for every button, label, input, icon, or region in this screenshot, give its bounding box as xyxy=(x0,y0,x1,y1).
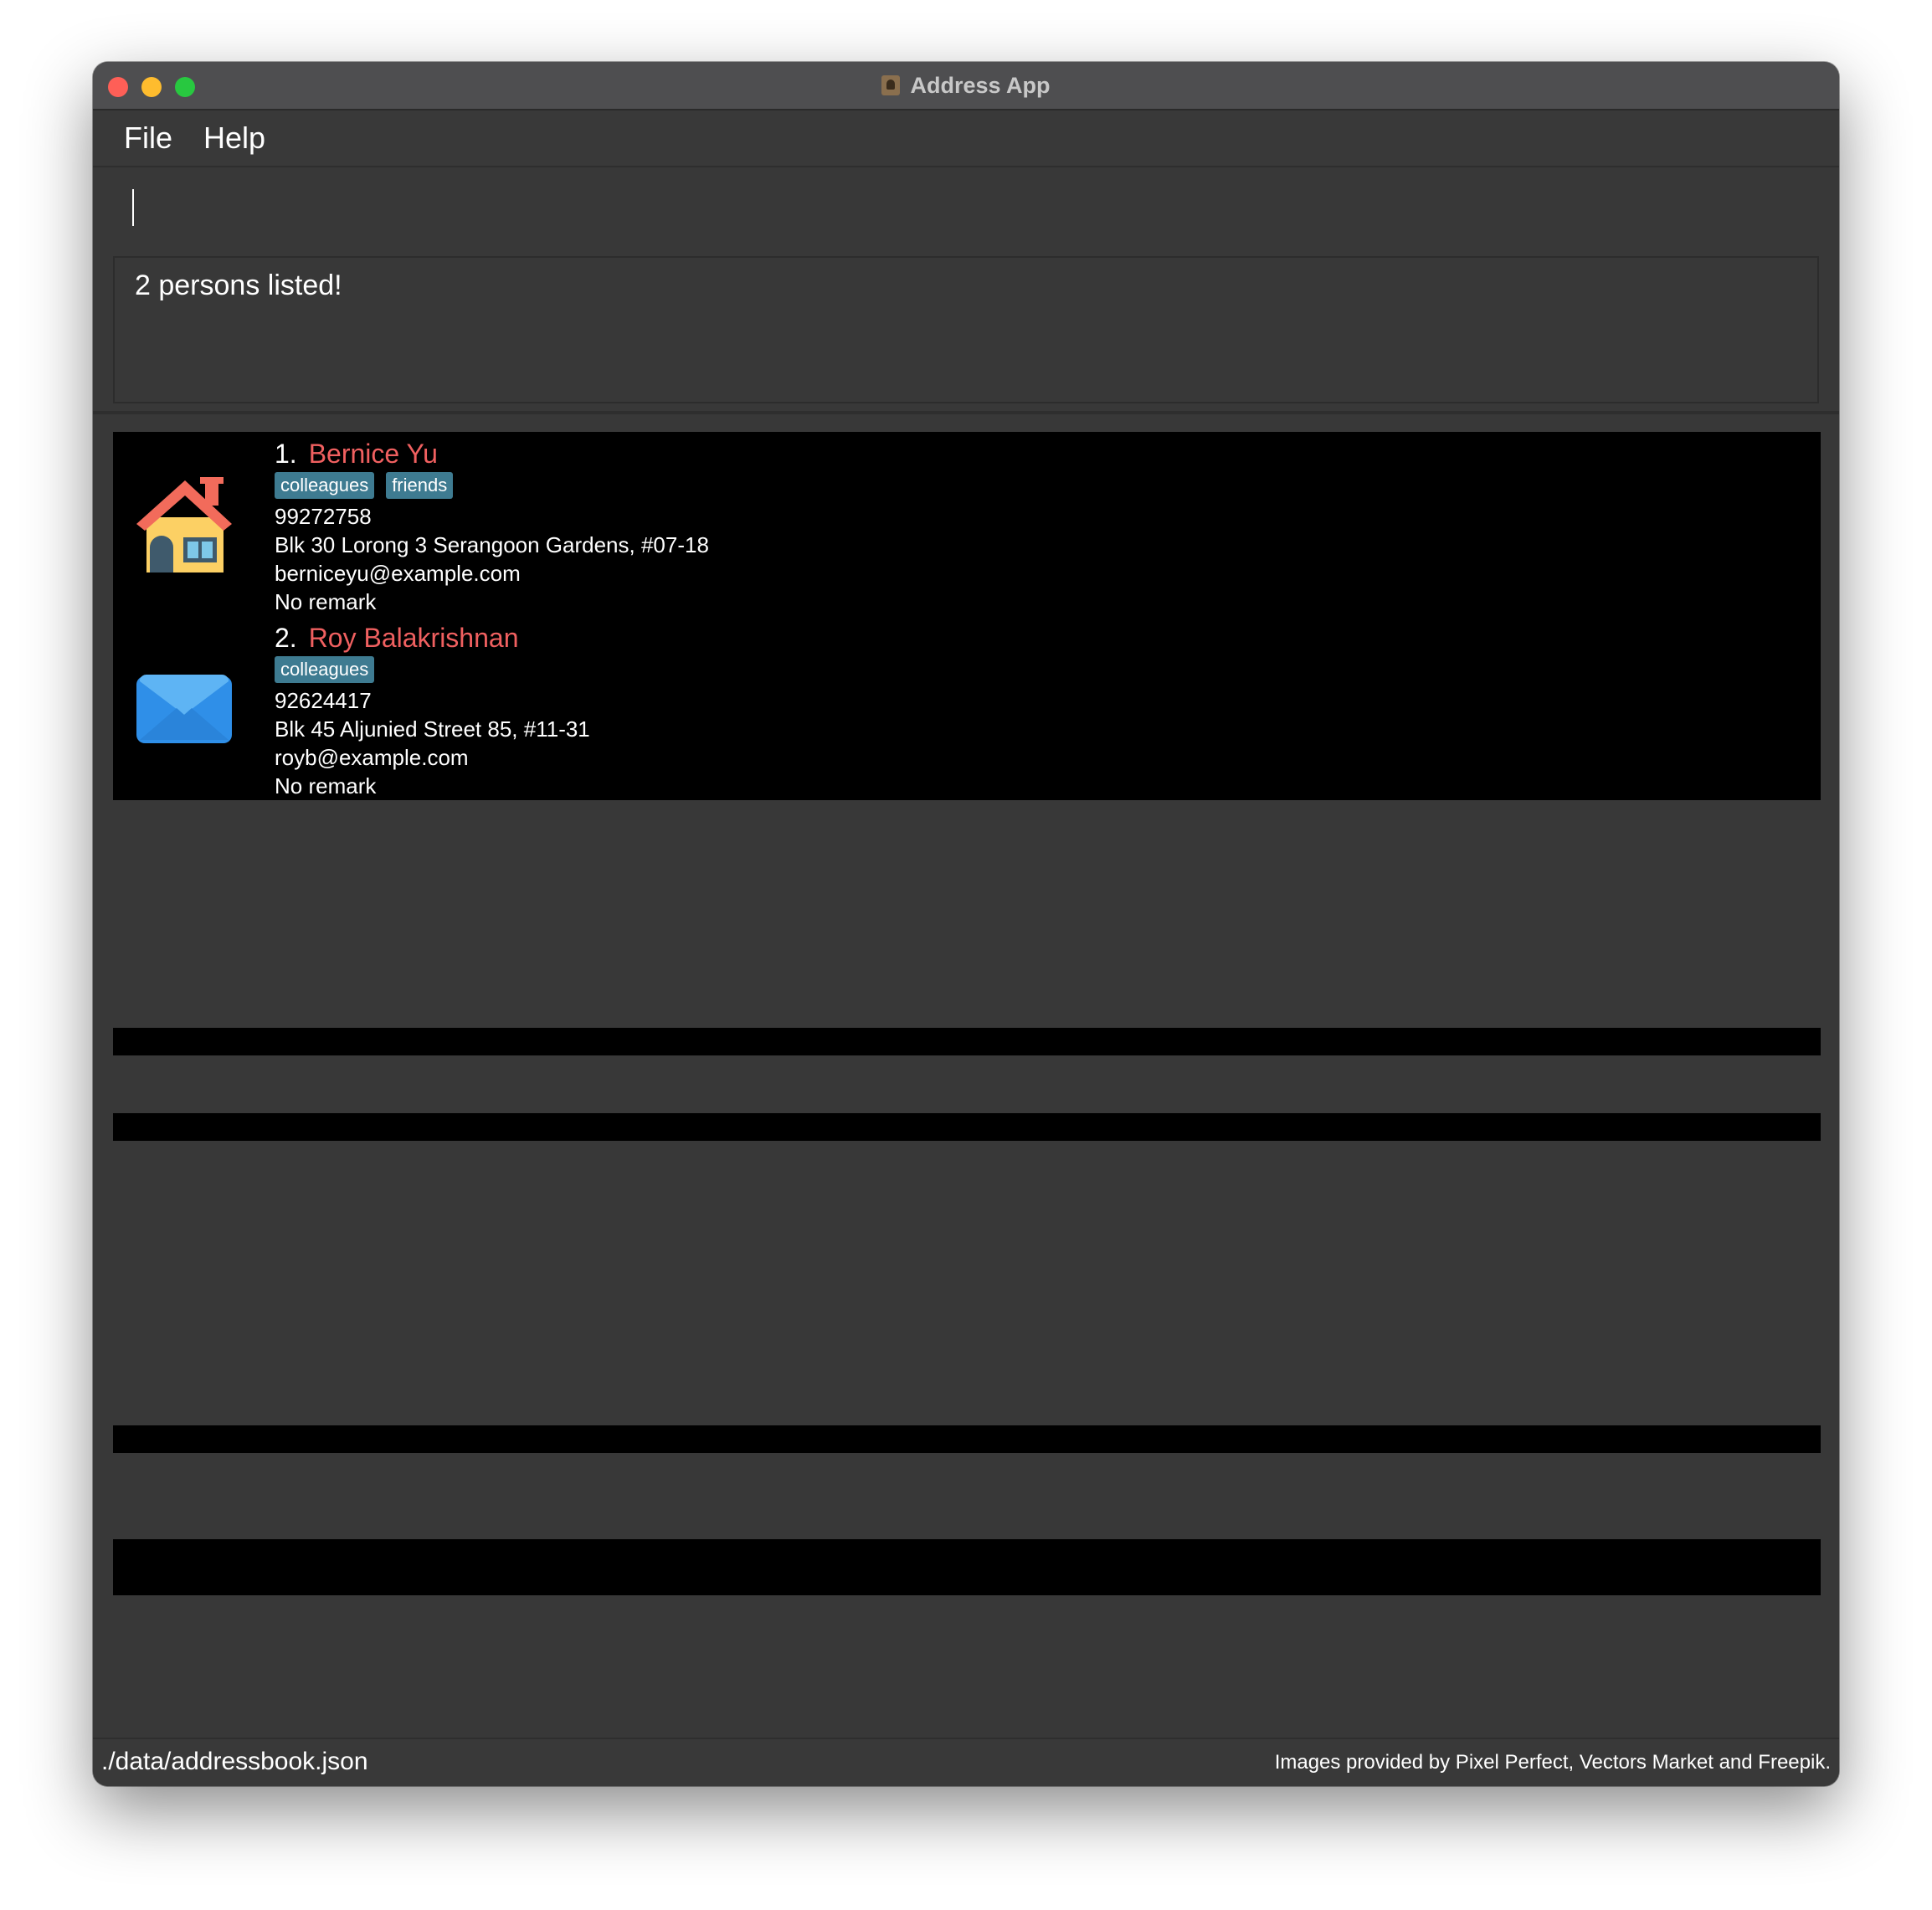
person-name: Bernice Yu xyxy=(308,439,438,469)
person-remark: No remark xyxy=(275,589,377,614)
person-name-line: 2. Roy Balakrishnan xyxy=(275,621,590,655)
person-email: berniceyu@example.com xyxy=(275,561,521,586)
address-book-icon xyxy=(881,75,901,95)
person-email: royb@example.com xyxy=(275,745,469,770)
title-bar: Address App xyxy=(93,62,1839,110)
tag: friends xyxy=(386,472,454,499)
person-card[interactable]: 2. Roy Balakrishnan colleagues 92624417 B… xyxy=(113,616,1821,800)
window-title-container: Address App xyxy=(93,62,1839,109)
tag-list: colleagues friends xyxy=(275,472,709,502)
tag: colleagues xyxy=(275,472,375,499)
person-card[interactable]: 1. Bernice Yu colleagues friends 99272758… xyxy=(113,432,1821,616)
text-caret xyxy=(132,189,134,226)
person-details: 1. Bernice Yu colleagues friends 99272758… xyxy=(275,437,709,616)
tag-list: colleagues xyxy=(275,656,590,686)
menu-help[interactable]: Help xyxy=(200,121,269,156)
person-phone: 92624417 xyxy=(275,688,372,713)
menu-bar: File Help xyxy=(93,110,1839,167)
person-name-line: 1. Bernice Yu xyxy=(275,437,709,470)
person-index: 2. xyxy=(275,623,297,653)
empty-list-cell xyxy=(113,1113,1821,1141)
divider xyxy=(93,411,1839,414)
person-remark: No remark xyxy=(275,773,377,798)
person-details: 2. Roy Balakrishnan colleagues 92624417 B… xyxy=(275,621,590,800)
status-bar: ./data/addressbook.json Images provided … xyxy=(93,1738,1839,1786)
empty-list-cell xyxy=(113,1028,1821,1055)
empty-list-cell xyxy=(113,1539,1821,1595)
person-address: Blk 45 Aljunied Street 85, #11-31 xyxy=(275,716,590,742)
tag: colleagues xyxy=(275,656,375,683)
person-index: 1. xyxy=(275,439,297,469)
menu-file[interactable]: File xyxy=(121,121,176,156)
person-name: Roy Balakrishnan xyxy=(308,623,519,653)
house-icon xyxy=(136,477,232,572)
result-message: 2 persons listed! xyxy=(135,270,342,301)
result-display: 2 persons listed! xyxy=(113,256,1819,403)
window-title: Address App xyxy=(910,72,1051,98)
empty-list-cell xyxy=(113,1425,1821,1453)
envelope-icon xyxy=(136,674,232,743)
person-phone: 99272758 xyxy=(275,504,372,529)
person-list[interactable]: 1. Bernice Yu colleagues friends 99272758… xyxy=(113,432,1821,800)
person-address: Blk 30 Lorong 3 Serangoon Gardens, #07-1… xyxy=(275,532,709,557)
save-location: ./data/addressbook.json xyxy=(101,1748,368,1775)
image-credits: Images provided by Pixel Perfect, Vector… xyxy=(1274,1751,1831,1774)
app-window: Address App File Help 2 persons listed! xyxy=(93,62,1839,1786)
